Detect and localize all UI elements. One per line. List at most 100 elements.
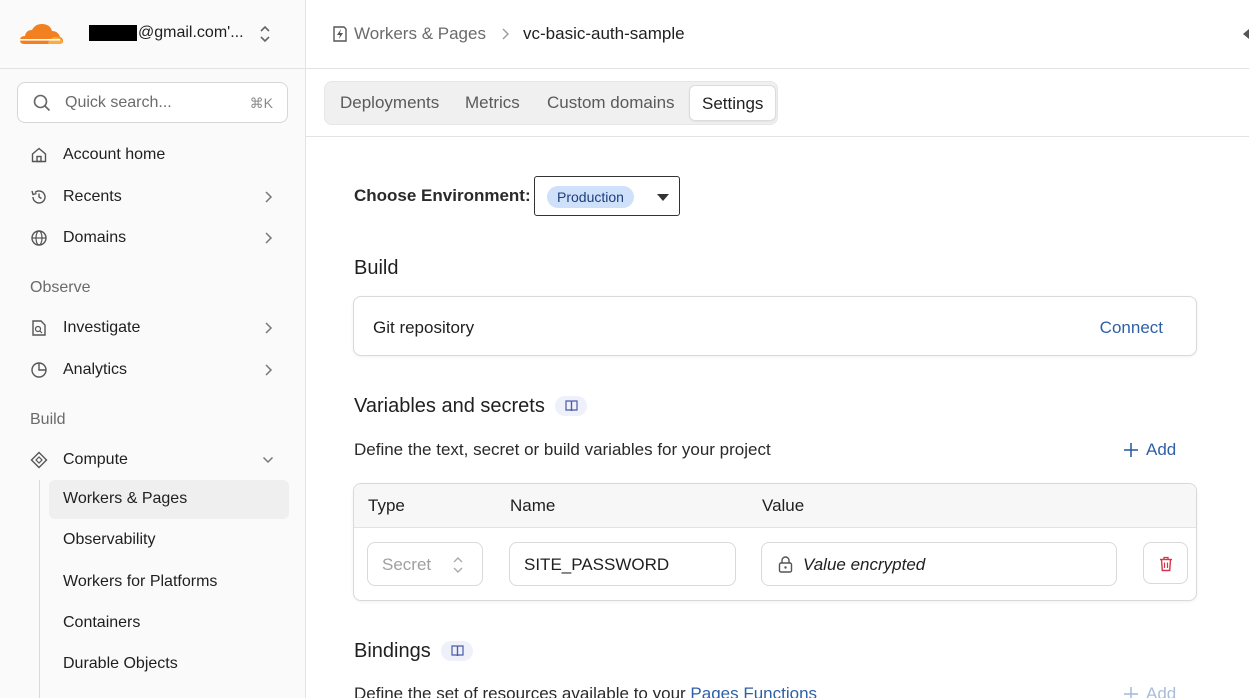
sidebar-subitem-label: Observability	[63, 531, 156, 548]
variable-name-input[interactable]: SITE_PASSWORD	[509, 542, 736, 586]
lock-icon	[778, 556, 793, 573]
sidebar-item-investigate[interactable]: Investigate	[17, 310, 288, 346]
sidebar-item-label: Domains	[63, 229, 127, 246]
variables-heading: Variables and secrets	[354, 395, 545, 417]
environment-select[interactable]: Production	[534, 176, 680, 216]
table-header: Type Name Value	[354, 484, 1196, 528]
add-variable-button[interactable]: Add	[1123, 440, 1176, 460]
sidebar-subitem-label: Containers	[63, 614, 141, 631]
bindings-description-text: Define the set of resources available to…	[354, 684, 691, 698]
chevron-right-icon	[265, 322, 273, 334]
tab-settings[interactable]: Settings	[689, 85, 777, 121]
account-email: @gmail.com'...	[138, 24, 244, 41]
sidebar-subitem-observability[interactable]: Observability	[49, 521, 289, 560]
sidebar-header: @gmail.com'...	[0, 0, 305, 69]
plus-icon	[1124, 443, 1138, 457]
account-switcher[interactable]: @gmail.com'...	[89, 24, 244, 42]
caret-down-icon	[657, 194, 669, 201]
sidebar-item-label: Analytics	[63, 361, 128, 378]
breadcrumb-workers-pages[interactable]: Workers & Pages	[354, 24, 486, 44]
git-repository-card: Git repository Connect	[353, 296, 1197, 356]
globe-icon	[31, 230, 47, 246]
variable-value-text: Value encrypted	[803, 555, 926, 574]
history-icon	[31, 190, 46, 204]
breadcrumb-current-project: vc-basic-auth-sample	[523, 24, 685, 43]
column-header-value: Value	[762, 496, 805, 515]
sidebar-subitem-label: Workers & Pages	[63, 490, 188, 507]
settings-content: Choose Environment: Production Build Git…	[306, 138, 1249, 698]
search-placeholder: Quick search...	[65, 94, 172, 111]
column-header-name: Name	[510, 496, 556, 515]
tab-custom-domains[interactable]: Custom domains	[547, 93, 675, 113]
sidebar: @gmail.com'... Quick search... ⌘K Accoun…	[0, 0, 306, 698]
cloudflare-logo-icon[interactable]	[18, 20, 64, 46]
section-label-observe: Observe	[30, 279, 91, 296]
submenu-rail	[39, 480, 40, 698]
chevron-updown-icon[interactable]	[258, 24, 272, 44]
delete-variable-button[interactable]	[1143, 542, 1188, 584]
docs-badge[interactable]	[441, 641, 473, 661]
docs-badge[interactable]	[555, 396, 587, 416]
tab-metrics[interactable]: Metrics	[465, 93, 520, 113]
search-shortcut: ⌘K	[249, 95, 273, 111]
sidebar-item-label: Investigate	[63, 319, 141, 336]
tab-group: Deployments Metrics Custom domains Setti…	[324, 81, 778, 125]
environment-label: Choose Environment:	[354, 186, 531, 205]
analytics-icon	[31, 362, 47, 378]
tab-deployments[interactable]: Deployments	[340, 93, 439, 113]
pages-functions-link[interactable]: Pages Functions	[690, 684, 817, 698]
sidebar-item-label: Account home	[63, 146, 166, 163]
quick-search-input[interactable]: Quick search... ⌘K	[17, 82, 288, 123]
sidebar-item-analytics[interactable]: Analytics	[17, 352, 288, 388]
type-value: Secret	[382, 555, 432, 574]
sidebar-item-label: Recents	[63, 188, 122, 205]
plus-icon	[1124, 687, 1138, 698]
sidebar-subitem-label: Durable Objects	[63, 655, 178, 672]
add-binding-label: Add	[1146, 684, 1177, 698]
sidebar-subitem-workers-for-platforms[interactable]: Workers for Platforms	[49, 563, 289, 602]
connect-button[interactable]: Connect	[1100, 318, 1163, 338]
add-label: Add	[1146, 440, 1177, 459]
workers-icon	[333, 26, 347, 42]
chevron-updown-icon	[453, 557, 463, 573]
sidebar-subitem-workers-pages[interactable]: Workers & Pages	[49, 480, 289, 519]
environment-pill: Production	[547, 186, 634, 208]
home-icon	[31, 147, 47, 163]
chevron-down-icon	[262, 456, 274, 464]
bindings-heading: Bindings	[354, 640, 431, 662]
chevron-right-icon	[265, 191, 273, 203]
variable-value-input[interactable]: Value encrypted	[761, 542, 1117, 586]
collapse-arrow-icon[interactable]	[1241, 27, 1249, 41]
sidebar-subitem-durable-objects[interactable]: Durable Objects	[49, 645, 289, 684]
app: @gmail.com'... Quick search... ⌘K Accoun…	[0, 0, 1249, 698]
sidebar-item-label: Compute	[63, 451, 128, 468]
variables-table: Type Name Value Secret SITE_PASSWORD Val…	[353, 483, 1197, 601]
variable-name-value: SITE_PASSWORD	[524, 555, 670, 574]
trash-icon	[1160, 556, 1172, 572]
tabs-bar: Deployments Metrics Custom domains Setti…	[306, 69, 1249, 137]
redacted-email	[89, 25, 137, 41]
chevron-right-icon	[265, 232, 273, 244]
search-icon	[33, 94, 51, 112]
book-icon	[565, 400, 578, 412]
sidebar-subitem-containers[interactable]: Containers	[49, 604, 289, 643]
sidebar-item-compute[interactable]: Compute	[17, 442, 288, 478]
chevron-right-icon	[265, 364, 273, 376]
build-heading: Build	[354, 257, 399, 279]
add-binding-button[interactable]: Add	[1123, 684, 1176, 698]
section-label-build: Build	[30, 411, 66, 428]
variables-description: Define the text, secret or build variabl…	[354, 440, 771, 459]
book-icon	[451, 645, 464, 657]
bindings-description: Define the set of resources available to…	[354, 684, 817, 698]
sidebar-item-account-home[interactable]: Account home	[17, 137, 288, 173]
top-header: Workers & Pages vc-basic-auth-sample	[306, 0, 1249, 69]
column-header-type: Type	[368, 496, 405, 515]
sidebar-subitem-label: Workers for Platforms	[63, 573, 218, 590]
sidebar-item-domains[interactable]: Domains	[17, 220, 288, 256]
sidebar-item-recents[interactable]: Recents	[17, 179, 288, 215]
chevron-right-icon	[502, 28, 509, 40]
compute-icon	[30, 451, 48, 469]
type-select[interactable]: Secret	[367, 542, 483, 586]
investigate-icon	[32, 320, 46, 336]
git-repository-label: Git repository	[373, 318, 475, 337]
